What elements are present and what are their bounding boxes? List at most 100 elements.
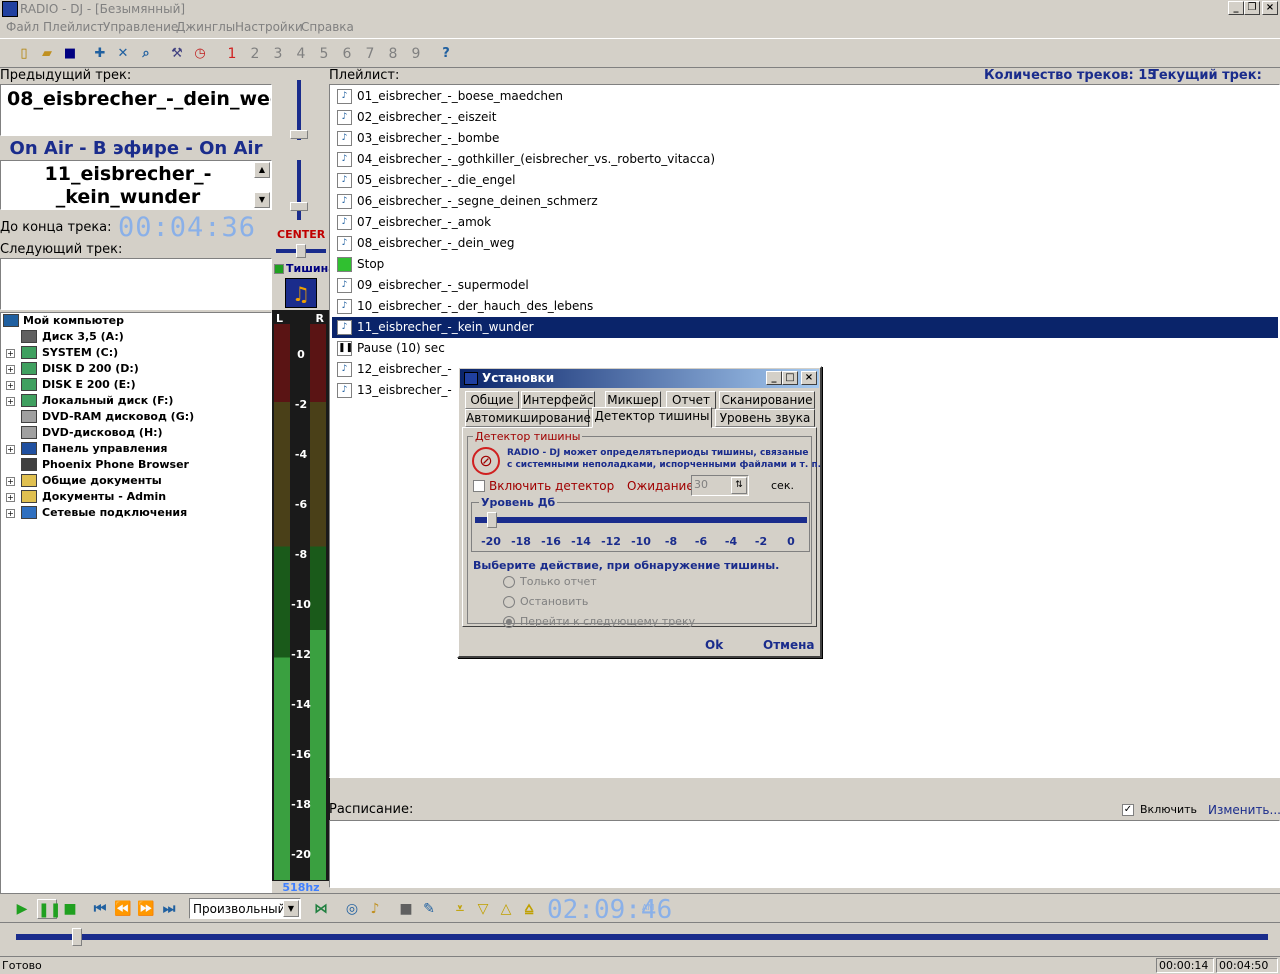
- play-icon[interactable]: ▶: [12, 899, 32, 919]
- add-icon[interactable]: ✚: [90, 44, 110, 64]
- move-top-icon[interactable]: ⩠: [519, 899, 539, 919]
- ok-button[interactable]: Ok: [705, 638, 723, 652]
- menu-help[interactable]: Справка: [301, 20, 354, 34]
- playlist-row[interactable]: ♪ 09_eisbrecher_-_supermodel: [332, 275, 1278, 296]
- playlist-row[interactable]: ♪ 10_eisbrecher_-_der_hauch_des_lebens: [332, 296, 1278, 317]
- expand-icon[interactable]: +: [6, 397, 15, 406]
- wait-input[interactable]: 30 ⇅: [691, 475, 749, 496]
- menu-control[interactable]: Управление: [103, 20, 178, 34]
- wait-stepper[interactable]: ⇅: [731, 477, 747, 494]
- tab-silence-detector[interactable]: Детектор тишины: [592, 407, 712, 428]
- move-down-icon[interactable]: ▽: [473, 899, 493, 919]
- schedule-edit-link[interactable]: Изменить...: [1208, 803, 1280, 817]
- balance-slider[interactable]: [276, 244, 326, 258]
- tab-general[interactable]: Общие: [465, 391, 519, 409]
- playlist-row[interactable]: ♪ 07_eisbrecher_-_amok: [332, 212, 1278, 233]
- scroll-up-button[interactable]: ▲: [254, 162, 270, 178]
- save-icon[interactable]: ■: [60, 44, 80, 64]
- jingle-icon[interactable]: ♪: [365, 899, 385, 919]
- playlist-row[interactable]: ♪ 06_eisbrecher_-_segne_deinen_schmerz: [332, 191, 1278, 212]
- file-tree[interactable]: Мой компьютер Диск 3,5 (A:) + SYSTEM (C:) + D…: [0, 312, 272, 894]
- seek-handle[interactable]: [72, 928, 82, 946]
- expand-icon[interactable]: +: [6, 365, 15, 374]
- schedule-enable-checkbox[interactable]: ✓: [1122, 804, 1134, 816]
- first-track-icon[interactable]: ⏮: [90, 899, 110, 919]
- crossfade-icon[interactable]: ⋈: [311, 899, 331, 919]
- close-button[interactable]: ×: [1262, 1, 1278, 15]
- scan-icon[interactable]: ⚒: [167, 44, 187, 64]
- playlist-row[interactable]: ♪ 02_eisbrecher_-_eiszeit: [332, 107, 1278, 128]
- open-folder-icon[interactable]: ▰: [37, 44, 57, 64]
- dialog-minimize-button[interactable]: _: [766, 371, 782, 385]
- menu-jingles[interactable]: Джинглы: [176, 20, 235, 34]
- level-slider[interactable]: [475, 517, 807, 523]
- playlist-row[interactable]: ♪ 05_eisbrecher_-_die_engel: [332, 170, 1278, 191]
- radio-report-only[interactable]: [503, 576, 515, 588]
- playlist-row[interactable]: ♪ 08_eisbrecher_-_dein_weg: [332, 233, 1278, 254]
- chevron-down-icon[interactable]: ▼: [283, 900, 299, 917]
- preset-4[interactable]: 4: [294, 44, 308, 64]
- forward-icon[interactable]: ⏩: [136, 899, 156, 919]
- tab-interface[interactable]: Интерфейс: [521, 391, 595, 409]
- tab-scanning[interactable]: Сканирование: [719, 391, 815, 409]
- dialog-close-button[interactable]: ×: [801, 371, 817, 385]
- menu-settings[interactable]: Настройки: [235, 20, 303, 34]
- scroll-down-button[interactable]: ▼: [254, 192, 270, 208]
- expand-icon[interactable]: +: [6, 445, 15, 454]
- radio-stop[interactable]: [503, 596, 515, 608]
- playlist-row[interactable]: ♪ 11_eisbrecher_-_kein_wunder: [332, 317, 1278, 338]
- schedule-list[interactable]: [329, 820, 1280, 888]
- music-notes-icon[interactable]: ♫: [285, 278, 317, 308]
- cancel-button[interactable]: Отмена: [763, 638, 815, 652]
- preset-3[interactable]: 3: [271, 44, 285, 64]
- clock-icon[interactable]: ◷: [190, 44, 210, 64]
- play-mode-select[interactable]: Произвольный ▼: [189, 898, 301, 919]
- preset-7[interactable]: 7: [363, 44, 377, 64]
- move-bottom-icon[interactable]: ⩡: [450, 899, 470, 919]
- menu-file[interactable]: Файл: [6, 20, 39, 34]
- status-total: 00:04:50: [1216, 958, 1278, 973]
- expand-icon[interactable]: +: [6, 509, 15, 518]
- record-stop-icon[interactable]: ■: [396, 899, 416, 919]
- last-track-icon[interactable]: ⏭: [159, 899, 179, 919]
- seek-bar[interactable]: [16, 934, 1268, 940]
- expand-icon[interactable]: +: [6, 381, 15, 390]
- help-icon[interactable]: ?: [436, 44, 456, 64]
- playlist-row[interactable]: ♪ 04_eisbrecher_-_gothkiller_(eisbrecher_…: [332, 149, 1278, 170]
- preset-8[interactable]: 8: [386, 44, 400, 64]
- restore-button[interactable]: ❐: [1244, 1, 1260, 15]
- dialog-maximize-button[interactable]: □: [782, 371, 798, 385]
- volume-slider-b[interactable]: [288, 160, 310, 222]
- new-file-icon[interactable]: ▯: [14, 44, 34, 64]
- expand-icon[interactable]: +: [6, 477, 15, 486]
- find-icon[interactable]: ⌕: [136, 44, 156, 64]
- preset-2[interactable]: 2: [248, 44, 262, 64]
- edit-icon[interactable]: ✎: [419, 899, 439, 919]
- stop-icon[interactable]: ■: [60, 899, 80, 919]
- menu-playlist[interactable]: Плейлист: [43, 20, 104, 34]
- tab-automixing[interactable]: Автомикширование: [465, 409, 591, 427]
- delete-icon[interactable]: ✕: [113, 44, 133, 64]
- playlist-row[interactable]: ❚❚ Pause (10) sec: [332, 338, 1278, 359]
- preset-6[interactable]: 6: [340, 44, 354, 64]
- playlist-row[interactable]: ♪ 01_eisbrecher_-_boese_maedchen: [332, 86, 1278, 107]
- expand-icon[interactable]: +: [6, 349, 15, 358]
- level-slider-handle[interactable]: [487, 512, 497, 528]
- tab-sound-level[interactable]: Уровень звука: [715, 409, 815, 427]
- minimize-button[interactable]: _: [1228, 1, 1244, 15]
- preset-5[interactable]: 5: [317, 44, 331, 64]
- playlist-row[interactable]: Stop: [332, 254, 1278, 275]
- playlist-row[interactable]: ♪ 03_eisbrecher_-_bombe: [332, 128, 1278, 149]
- preset-9[interactable]: 9: [409, 44, 423, 64]
- radio-next-track[interactable]: ●: [503, 616, 515, 628]
- enable-detector-checkbox[interactable]: [473, 480, 485, 492]
- globe-icon[interactable]: ◎: [342, 899, 362, 919]
- volume-slider-a[interactable]: [288, 80, 310, 142]
- expand-icon[interactable]: +: [6, 493, 15, 502]
- audio-file-icon: ♪: [337, 194, 352, 209]
- preset-1[interactable]: 1: [225, 44, 239, 64]
- pause-icon[interactable]: ❚❚: [37, 899, 61, 919]
- move-up-icon[interactable]: △: [496, 899, 516, 919]
- rewind-icon[interactable]: ⏪: [113, 899, 133, 919]
- tree-item-label: DISK E 200 (E:): [42, 378, 136, 391]
